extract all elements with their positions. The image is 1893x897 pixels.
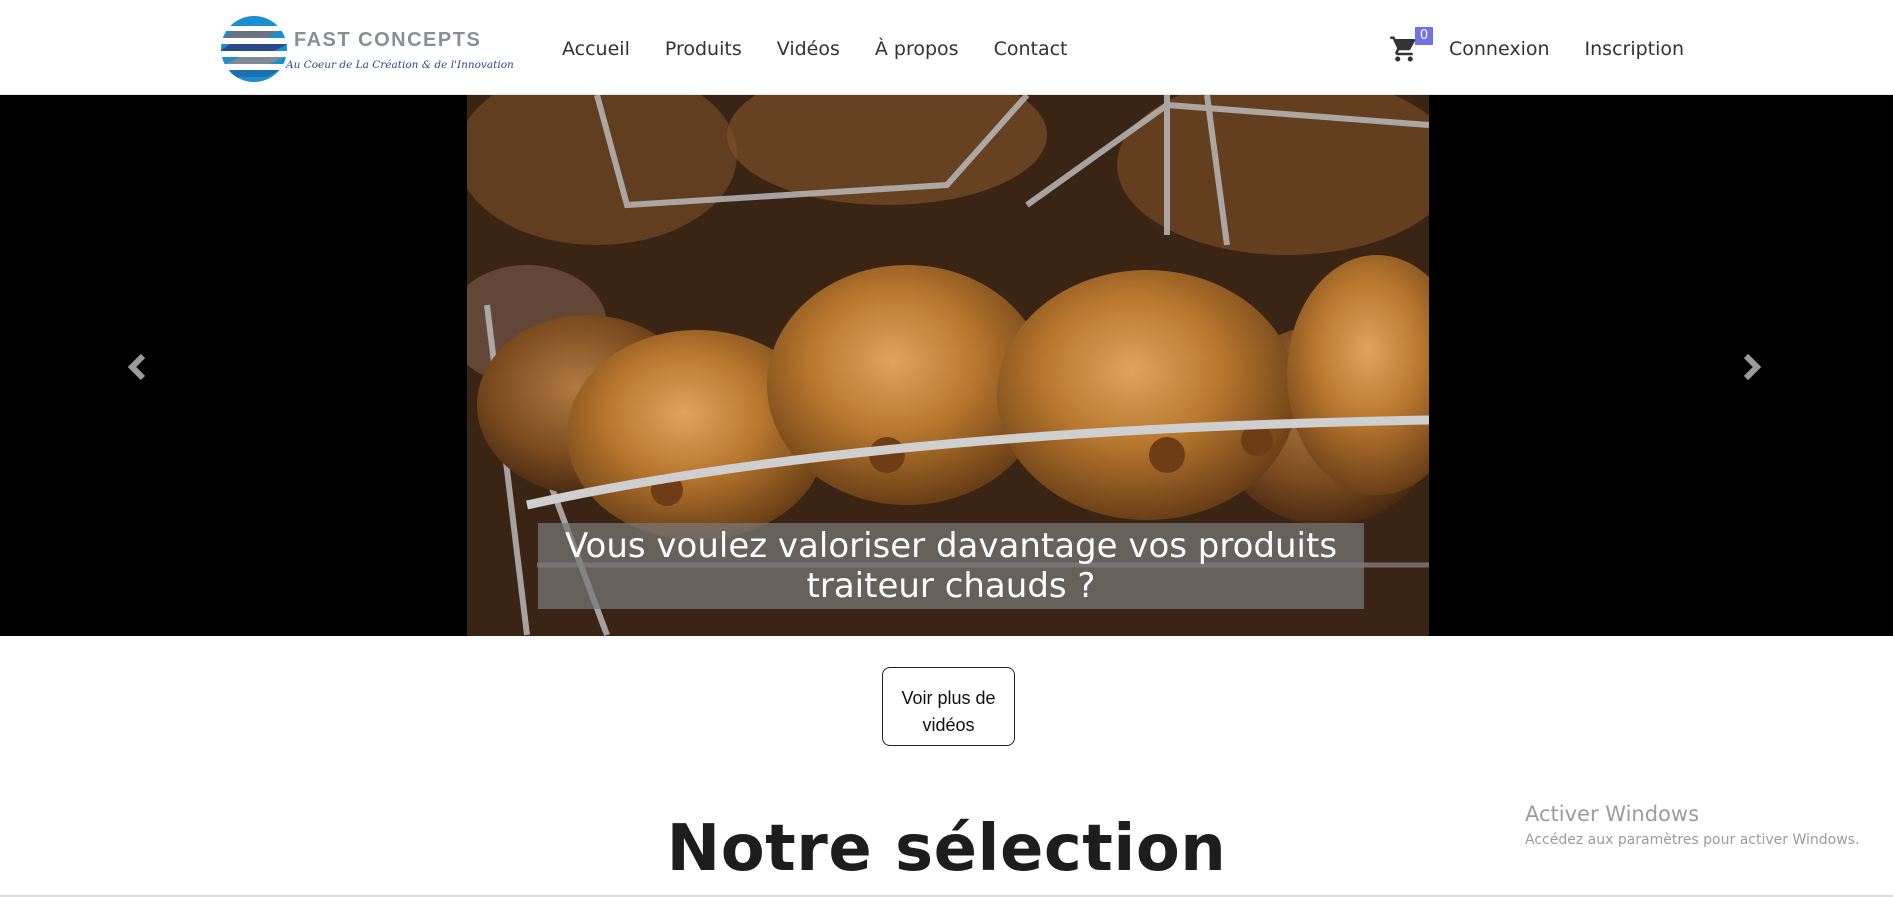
auth-links: Connexion Inscription xyxy=(1449,38,1684,60)
logo[interactable]: FAST CONCEPTS Au Coeur de La Création & … xyxy=(220,15,514,85)
carousel-next-button[interactable] xyxy=(1731,347,1771,387)
chevron-right-icon xyxy=(1743,353,1762,381)
nav-item-a-propos[interactable]: À propos xyxy=(875,38,959,60)
video-carousel: Vous voulez valoriser davantage vos prod… xyxy=(0,95,1893,636)
nav-item-produits[interactable]: Produits xyxy=(665,38,742,60)
watermark-title: Activer Windows xyxy=(1525,802,1700,826)
register-link[interactable]: Inscription xyxy=(1585,38,1685,60)
logo-globe-icon xyxy=(221,16,287,82)
carousel-caption: Vous voulez valoriser davantage vos prod… xyxy=(538,523,1364,609)
more-videos-button[interactable]: Voir plus de vidéos xyxy=(882,667,1015,746)
chevron-left-icon xyxy=(127,353,146,381)
logo-tagline: Au Coeur de La Création & de l'Innovatio… xyxy=(286,59,514,71)
nav-item-videos[interactable]: Vidéos xyxy=(777,38,840,60)
carousel-slide[interactable]: Vous voulez valoriser davantage vos prod… xyxy=(467,95,1429,636)
logo-name: FAST CONCEPTS xyxy=(294,29,482,51)
windows-activation-watermark: Activer Windows Accédez aux paramètres p… xyxy=(1525,802,1859,848)
nav-item-accueil[interactable]: Accueil xyxy=(562,38,630,60)
carousel-prev-button[interactable] xyxy=(118,347,158,387)
watermark-subtitle: Accédez aux paramètres pour activer Wind… xyxy=(1525,832,1860,848)
main-nav: Accueil Produits Vidéos À propos Contact xyxy=(562,38,1068,60)
site-header: FAST CONCEPTS Au Coeur de La Création & … xyxy=(0,0,1893,95)
cart-count-badge: 0 xyxy=(1415,27,1433,45)
cart-button[interactable]: 0 xyxy=(1389,27,1433,66)
login-link[interactable]: Connexion xyxy=(1449,38,1550,60)
nav-item-contact[interactable]: Contact xyxy=(994,38,1068,60)
